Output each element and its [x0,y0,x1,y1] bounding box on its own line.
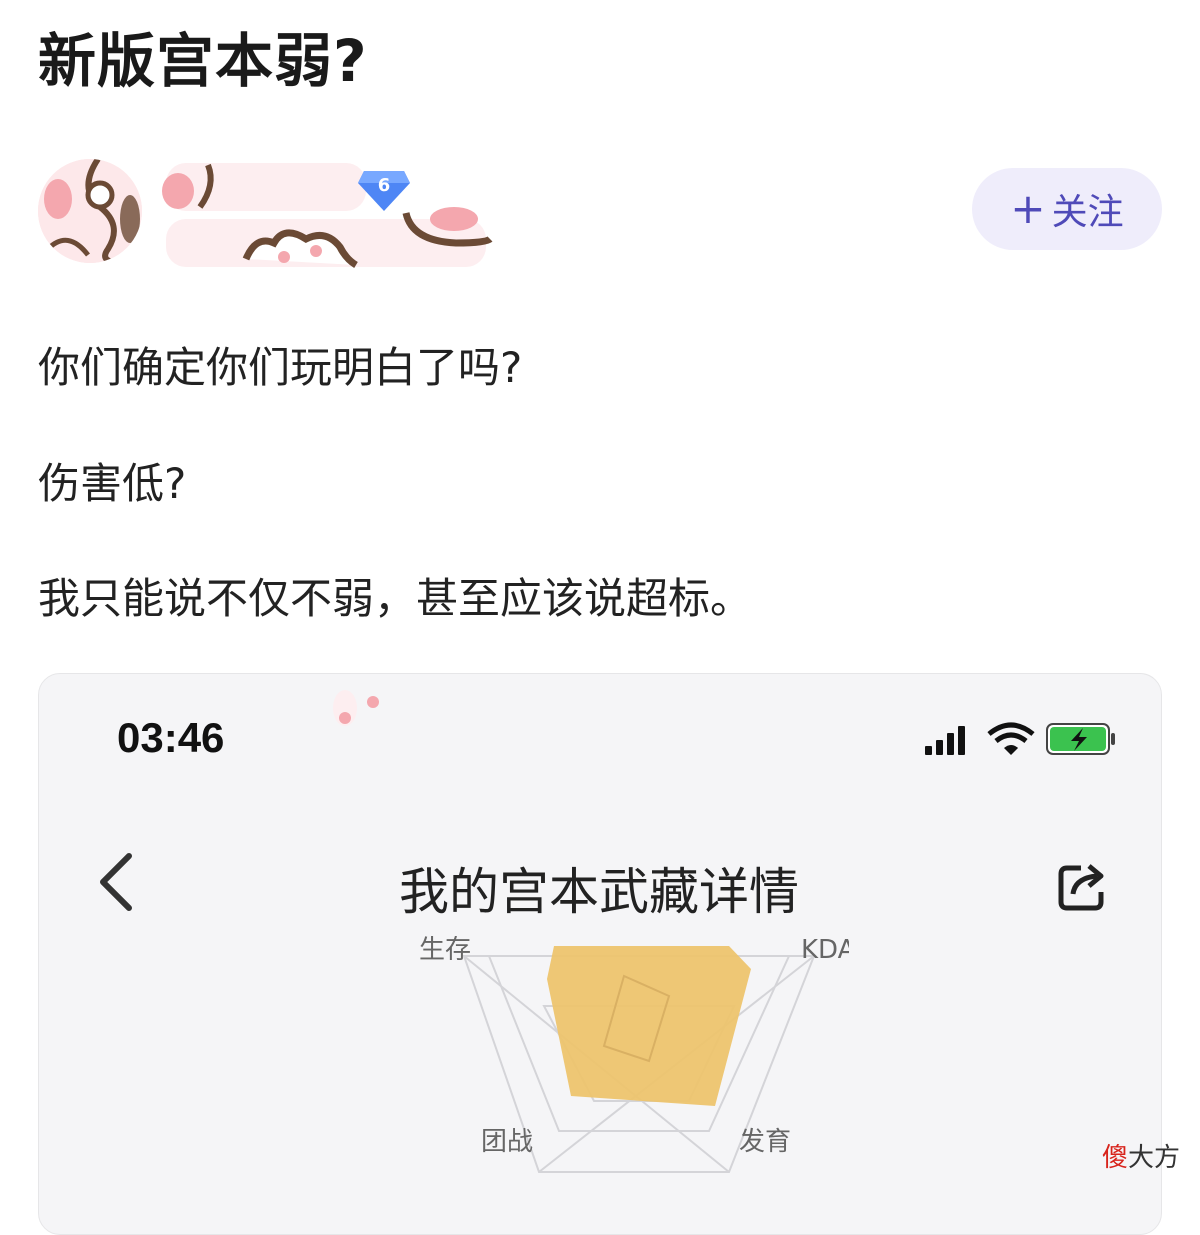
battery-charging-icon [1046,723,1115,755]
status-icons [925,722,1115,755]
plus-icon: + [1010,184,1046,233]
radar-axis-label: 团战 [481,1127,533,1157]
username-sticker[interactable] [156,155,496,271]
follow-label: 关注 [1051,192,1124,233]
embedded-game-screenshot[interactable]: 03:46 我的宫本武藏详情 生存 KD 团战 发育 [38,673,1162,1235]
follow-button[interactable]: + 关注 [972,168,1162,250]
game-page-title: 我的宫本武藏详情 [399,863,799,921]
radar-axis-label: KDA [801,936,849,965]
watermark-red-char: 傻 [1101,1143,1128,1173]
share-icon[interactable] [1057,860,1109,912]
radar-axis-label: 发育 [739,1127,791,1157]
wifi-icon [987,722,1035,755]
level-badge: 6 [356,165,412,213]
radar-axis-label: 生存 [419,936,471,965]
back-chevron-icon[interactable] [95,852,135,912]
avatar[interactable] [38,159,142,263]
radar-chart: 生存 KDA 团战 发育 [419,936,849,1173]
author-row: 6 + 关注 [38,155,1162,275]
signal-icon [925,726,965,755]
post-title: 新版宫本弱? [38,27,368,95]
watermark: 傻大方 [1102,1137,1180,1174]
watermark-text: 大方 [1127,1143,1180,1173]
status-time: 03:46 [117,714,225,761]
level-number: 6 [377,175,391,196]
post-paragraph-2: 伤害低? [38,459,187,508]
post-paragraph-3: 我只能说不仅不弱，甚至应该说超标。 [38,574,753,623]
post-paragraph-1: 你们确定你们玩明白了吗? [38,343,523,392]
sticker-fragment-icon [333,690,379,726]
